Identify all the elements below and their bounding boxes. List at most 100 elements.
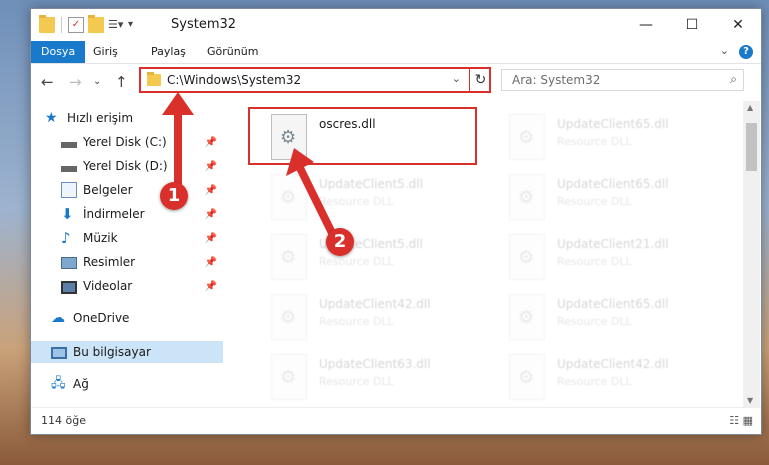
file-tile[interactable]: UpdateClient63.dll Resource DLL xyxy=(251,349,481,407)
star-icon: ★ xyxy=(45,110,58,126)
nav-label: Hızlı erişim xyxy=(67,111,134,125)
scrollbar-thumb[interactable] xyxy=(746,123,757,171)
dll-file-icon xyxy=(509,354,545,400)
file-name: UpdateClient21.dll xyxy=(557,237,669,251)
minimize-button[interactable]: — xyxy=(623,9,669,41)
nav-label: Videolar xyxy=(83,279,133,293)
recent-locations-icon[interactable]: ⌄ xyxy=(93,76,101,87)
forward-arrow-icon[interactable]: → xyxy=(69,73,82,91)
nav-label: Yerel Disk (C:) xyxy=(83,135,167,149)
nav-label: Ağ xyxy=(73,377,89,391)
nav-item-d-drive[interactable]: Yerel Disk (D:) 📌 xyxy=(31,155,223,177)
file-name: UpdateClient63.dll xyxy=(319,357,431,371)
search-placeholder: Ara: System32 xyxy=(512,73,601,87)
tab-view[interactable]: Görünüm xyxy=(197,41,268,63)
file-type: Resource DLL xyxy=(319,315,394,328)
file-type: Resource DLL xyxy=(557,195,632,208)
refresh-button[interactable]: ↻ xyxy=(469,67,491,93)
file-type: Resource DLL xyxy=(319,195,394,208)
nav-item-this-pc[interactable]: Bu bilgisayar xyxy=(31,341,223,363)
nav-item-documents[interactable]: Belgeler 📌 xyxy=(31,179,223,201)
maximize-button[interactable]: ☐ xyxy=(669,9,715,41)
explorer-window: ✓ ☰▾ ▾ System32 — ☐ ✕ Dosya Giriş Paylaş… xyxy=(30,8,762,435)
dll-file-icon xyxy=(271,354,307,400)
tab-file[interactable]: Dosya xyxy=(31,41,86,63)
pin-icon[interactable]: 📌 xyxy=(205,185,217,196)
toolbar-divider xyxy=(61,17,62,33)
file-tile[interactable]: UpdateClient65.dll Resource DLL xyxy=(489,109,719,169)
pin-icon[interactable]: 📌 xyxy=(205,281,217,292)
pin-icon[interactable]: 📌 xyxy=(205,161,217,172)
pin-icon[interactable]: 📌 xyxy=(205,233,217,244)
status-bar: 114 öğe ☷ ▦ xyxy=(31,407,761,434)
nav-item-onedrive[interactable]: ☁ OneDrive xyxy=(31,307,223,329)
dll-file-icon xyxy=(271,174,307,220)
nav-quick-access[interactable]: ★ Hızlı erişim xyxy=(31,107,223,129)
nav-label: Müzik xyxy=(83,231,118,245)
tab-home[interactable]: Giriş xyxy=(83,41,128,63)
help-icon[interactable]: ? xyxy=(739,45,753,59)
nav-item-downloads[interactable]: ⬇ İndirmeler 📌 xyxy=(31,203,223,225)
file-tile[interactable]: UpdateClient5.dll Resource DLL xyxy=(251,229,481,289)
nav-item-network[interactable]: 🖧 Ağ xyxy=(31,373,223,395)
dll-file-icon xyxy=(509,174,545,220)
toolbar-dropdown-icon[interactable]: ▾ xyxy=(128,17,144,33)
file-tile-selected[interactable]: oscres.dll xyxy=(251,109,481,169)
file-name: UpdateClient65.dll xyxy=(557,297,669,311)
file-tile[interactable]: UpdateClient21.dll Resource DLL xyxy=(489,229,719,289)
search-icon[interactable]: ⌕ xyxy=(730,72,737,87)
file-type: Resource DLL xyxy=(557,135,632,148)
nav-label: Resimler xyxy=(83,255,136,269)
address-dropdown-icon[interactable]: ⌄ xyxy=(452,72,461,85)
file-tile[interactable]: UpdateClient65.dll Resource DLL xyxy=(489,289,719,349)
file-tile[interactable]: UpdateClient42.dll Resource DLL xyxy=(251,289,481,349)
customize-icon[interactable]: ☰▾ xyxy=(108,17,124,33)
nav-label: OneDrive xyxy=(73,311,130,325)
callout-badge-2: 2 xyxy=(326,228,354,256)
file-tile[interactable]: UpdateClient5.dll Resource DLL xyxy=(251,169,481,229)
tab-share[interactable]: Paylaş xyxy=(141,41,196,63)
pin-icon[interactable]: 📌 xyxy=(205,137,217,148)
file-name: oscres.dll xyxy=(319,117,376,131)
scroll-up-icon[interactable]: ▲ xyxy=(747,103,753,112)
file-tile[interactable]: UpdateClient42.dll Resource DLL xyxy=(489,349,719,407)
file-type: Resource DLL xyxy=(557,315,632,328)
close-button[interactable]: ✕ xyxy=(715,9,761,41)
nav-item-videos[interactable]: Videolar 📌 xyxy=(31,275,223,297)
nav-item-c-drive[interactable]: Yerel Disk (C:) 📌 xyxy=(31,131,223,153)
back-arrow-icon[interactable]: ← xyxy=(41,73,54,91)
folder-icon xyxy=(39,15,55,33)
file-tile[interactable]: UpdateClient65.dll Resource DLL xyxy=(489,169,719,229)
nav-label: İndirmeler xyxy=(83,207,145,221)
download-icon: ⬇ xyxy=(61,205,74,223)
address-path[interactable]: C:\Windows\System32 xyxy=(167,73,301,87)
document-icon xyxy=(61,182,77,198)
dll-file-icon xyxy=(271,234,307,280)
file-type: Resource DLL xyxy=(319,375,394,388)
quick-access-toolbar: ✓ ☰▾ ▾ xyxy=(39,15,144,33)
properties-icon[interactable]: ✓ xyxy=(68,17,84,33)
nav-label: Yerel Disk (D:) xyxy=(83,159,168,173)
nav-label: Bu bilgisayar xyxy=(73,345,151,359)
dll-file-icon xyxy=(509,294,545,340)
folder-icon xyxy=(147,72,161,86)
pin-icon[interactable]: 📌 xyxy=(205,257,217,268)
vertical-scrollbar[interactable]: ▲ ▼ xyxy=(743,101,760,407)
dll-file-icon xyxy=(509,114,545,160)
view-mode-icons[interactable]: ☷ ▦ xyxy=(729,414,753,427)
nav-item-music[interactable]: ♪ Müzik 📌 xyxy=(31,227,223,249)
computer-icon xyxy=(51,347,67,359)
dll-file-icon xyxy=(509,234,545,280)
search-box[interactable]: Ara: System32 ⌕ xyxy=(501,69,744,91)
scroll-down-icon[interactable]: ▼ xyxy=(747,396,753,405)
chevron-down-icon[interactable]: ⌄ xyxy=(720,44,729,57)
pin-icon[interactable]: 📌 xyxy=(205,209,217,220)
file-type: Resource DLL xyxy=(557,255,632,268)
up-arrow-icon[interactable]: ↑ xyxy=(115,73,128,91)
address-bar[interactable]: C:\Windows\System32 ⌄ xyxy=(139,67,491,93)
new-folder-icon[interactable] xyxy=(88,15,104,33)
dll-file-icon xyxy=(271,294,307,340)
nav-label: Belgeler xyxy=(83,183,133,197)
nav-item-pictures[interactable]: Resimler 📌 xyxy=(31,251,223,273)
file-name: UpdateClient5.dll xyxy=(319,177,423,191)
